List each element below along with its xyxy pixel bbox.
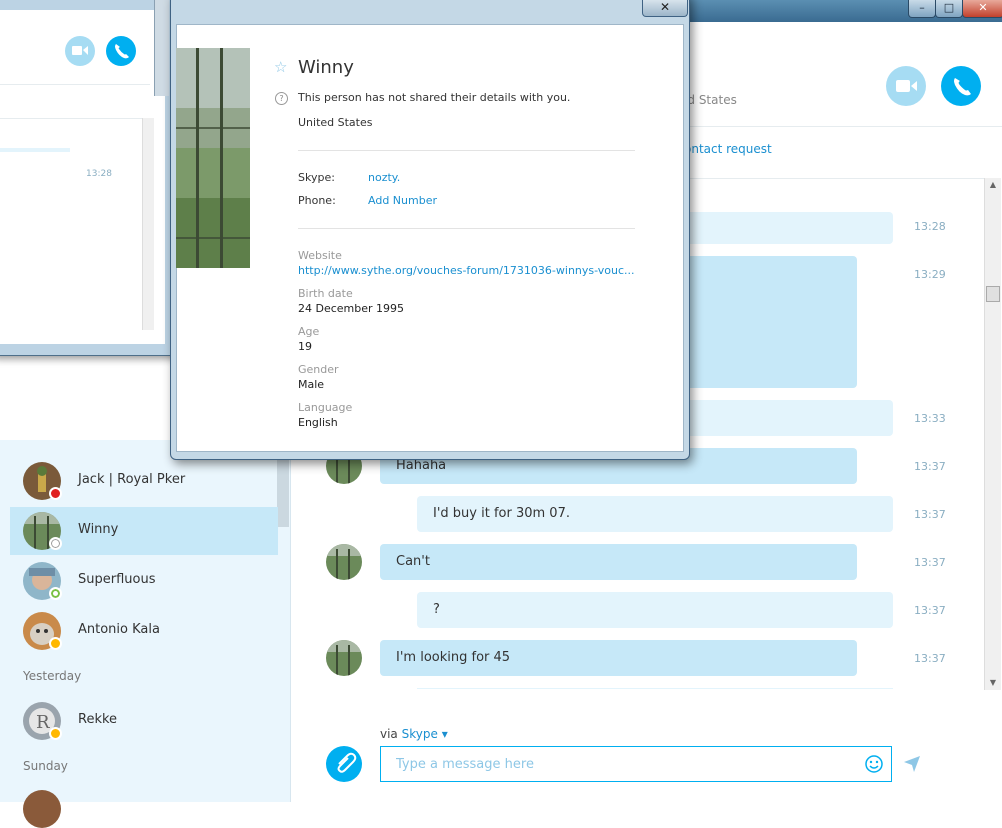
video-call-button[interactable]	[886, 66, 926, 106]
maximize-button[interactable]: □	[935, 0, 963, 18]
profile-name: Winny	[298, 57, 354, 78]
contact-item-rekke[interactable]: R Rekke	[10, 697, 278, 745]
audio-call-button[interactable]	[941, 66, 981, 106]
contact-name: Jack | Royal Pker	[78, 472, 186, 487]
busy-status-icon	[49, 487, 62, 500]
sender-avatar[interactable]	[326, 544, 362, 580]
message-time: 13:28	[86, 169, 112, 179]
svg-text:R: R	[36, 712, 50, 733]
via-label: via Skype ▾	[380, 727, 448, 741]
contact-item-antonio-kala[interactable]: Antonio Kala	[10, 607, 278, 655]
add-number-link[interactable]: Add Number	[368, 194, 437, 207]
smiley-icon	[865, 755, 883, 773]
contact-name: Antonio Kala	[78, 622, 160, 637]
birth-date-value: 24 December 1995	[298, 302, 405, 315]
website-label: Website	[298, 249, 342, 262]
message-time: 13:37	[914, 652, 946, 665]
section-label-sunday: Sunday	[23, 759, 68, 773]
scroll-down-arrow-icon[interactable]: ▼	[985, 676, 1001, 690]
contact-name: Superfluous	[78, 572, 156, 587]
attach-button[interactable]	[326, 746, 362, 782]
profile-close-button[interactable]: ✕	[642, 0, 688, 17]
send-button[interactable]	[902, 754, 922, 774]
message-bubble: I'm looking for 45	[380, 640, 857, 676]
message-time: 13:37	[914, 460, 946, 473]
avatar[interactable]	[23, 790, 61, 828]
sender-avatar[interactable]	[326, 640, 362, 676]
video-camera-icon	[896, 80, 917, 92]
divider	[298, 150, 635, 151]
contact-request-link[interactable]: ontact request	[684, 142, 772, 156]
away-status-icon	[49, 727, 62, 740]
contact-item-winny[interactable]: Winny	[10, 507, 278, 555]
contact-item-superfluous[interactable]: Superfluous	[10, 557, 278, 605]
via-service-dropdown[interactable]: Skype ▾	[402, 727, 448, 741]
away-status-icon	[49, 637, 62, 650]
chat-scrollbar[interactable]: ▲ ▼	[984, 178, 1001, 690]
favorite-star-icon[interactable]: ☆	[274, 58, 287, 76]
divider	[298, 228, 635, 229]
message-bubble	[0, 148, 70, 152]
message-input[interactable]	[380, 746, 892, 782]
contact-item-jack[interactable]: Jack | Royal Pker	[10, 457, 278, 505]
gender-value: Male	[298, 378, 325, 391]
message-time: 13:37	[914, 508, 946, 521]
message-separator	[417, 688, 893, 689]
message-bubble: I'd buy it for 30m 07.	[417, 496, 893, 532]
contact-name: Rekke	[78, 712, 118, 727]
phone-icon	[954, 78, 971, 96]
background-window-scrollbar[interactable]	[154, 0, 169, 96]
close-icon: ✕	[659, 0, 671, 14]
profile-photo	[176, 48, 250, 268]
paperclip-icon	[337, 752, 357, 773]
video-call-button[interactable]	[65, 36, 95, 66]
age-label: Age	[298, 325, 320, 338]
close-button[interactable]: ✕	[962, 0, 1002, 18]
message-time: 13:37	[914, 556, 946, 569]
online-status-icon	[49, 587, 62, 600]
message-time: 13:33	[914, 412, 946, 425]
privacy-note: This person has not shared their details…	[298, 91, 571, 104]
contact-name: Winny	[78, 522, 119, 537]
language-value: English	[298, 416, 338, 429]
question-mark-icon: ?	[275, 92, 288, 105]
unknown-status-icon	[49, 537, 62, 550]
message-time: 13:29	[914, 268, 946, 281]
message-time: 13:28	[914, 220, 946, 233]
minimize-button[interactable]: –	[908, 0, 936, 18]
chat-scroll-thumb[interactable]	[986, 286, 1000, 302]
message-bubble: Can't	[380, 544, 857, 580]
emoticon-button[interactable]	[864, 754, 884, 774]
section-label-yesterday: Yesterday	[23, 669, 82, 683]
website-link[interactable]: http://www.sythe.org/vouches-forum/17310…	[298, 264, 635, 277]
language-label: Language	[298, 401, 353, 414]
skype-name-link[interactable]: nozty.	[368, 171, 400, 184]
phone-icon	[115, 44, 129, 59]
background-chat-scrollbar[interactable]	[142, 118, 154, 330]
via-prefix: via	[380, 727, 398, 741]
age-value: 19	[298, 340, 312, 353]
gender-label: Gender	[298, 363, 339, 376]
divider	[0, 84, 150, 85]
profile-country: United States	[298, 116, 373, 129]
message-bubble: ?	[417, 592, 893, 628]
send-arrow-icon	[904, 756, 920, 772]
birth-date-label: Birth date	[298, 287, 353, 300]
message-time: 13:37	[914, 604, 946, 617]
phone-label: Phone:	[298, 194, 336, 207]
scroll-up-arrow-icon[interactable]: ▲	[985, 178, 1001, 192]
skype-label: Skype:	[298, 171, 335, 184]
audio-call-button[interactable]	[106, 36, 136, 66]
profile-panel	[176, 24, 684, 452]
video-camera-icon	[72, 46, 88, 55]
